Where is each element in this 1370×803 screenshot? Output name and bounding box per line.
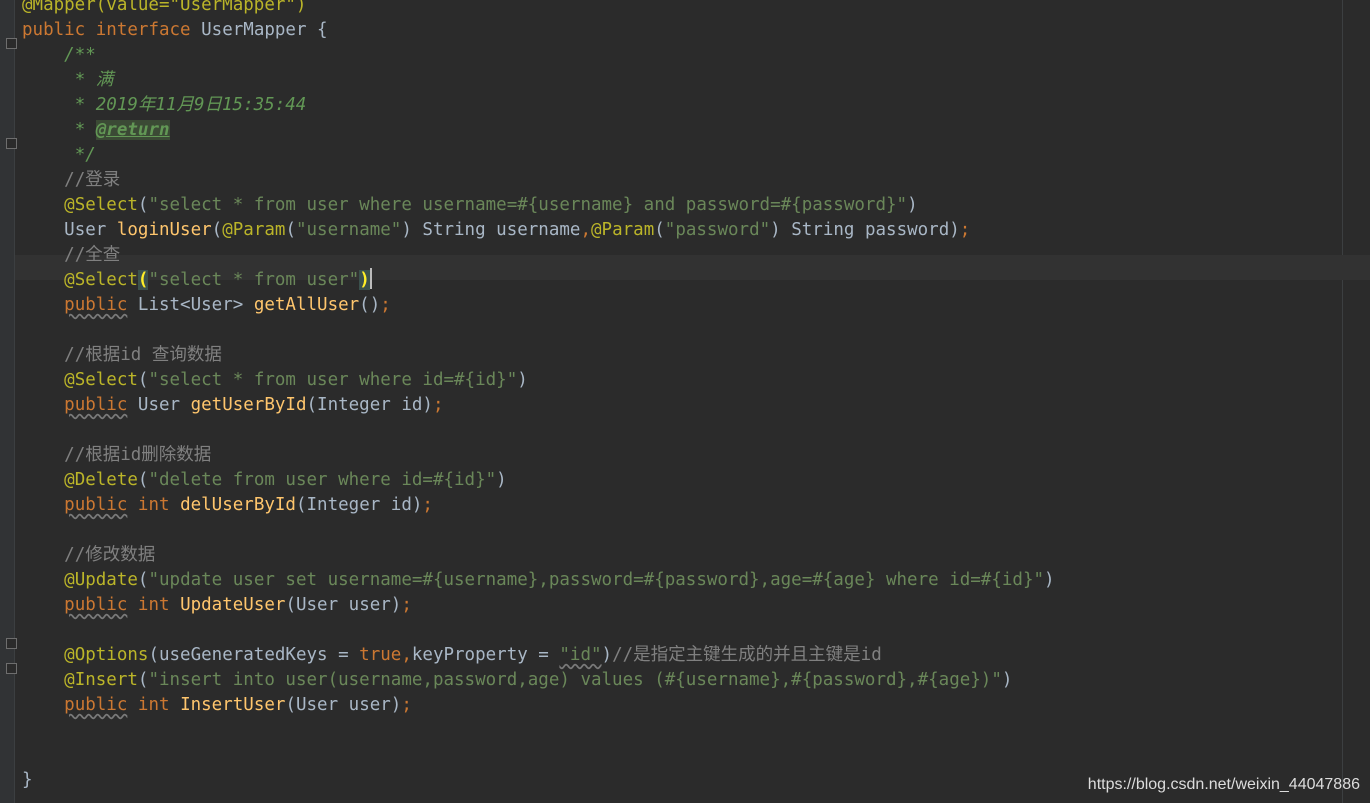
code-line: public interface UserMapper {: [22, 20, 328, 40]
code-line: @Update("update user set username=#{user…: [64, 570, 1055, 590]
code-line: @Delete("delete from user where id=#{id}…: [64, 470, 507, 490]
code-line: User loginUser(@Param("username") String…: [64, 220, 971, 240]
code-line: public List<User> getAllUser();: [64, 295, 391, 315]
code-line: * 满: [64, 70, 114, 90]
code-line: public int InsertUser(User user);: [64, 695, 412, 715]
watermark: https://blog.csdn.net/weixin_44047886: [1087, 776, 1360, 793]
code-line: @Insert("insert into user(username,passw…: [64, 670, 1013, 690]
code-line: @Select("select * from user where id=#{i…: [64, 370, 528, 390]
fold-marker-icon[interactable]: [6, 38, 17, 49]
editor-gutter: [0, 0, 17, 803]
fold-marker-icon[interactable]: [6, 138, 17, 149]
code-line: * 2019年11月9日15:35:44: [64, 95, 307, 115]
code-line: public int delUserById(Integer id);: [64, 495, 433, 515]
fold-marker-icon[interactable]: [6, 638, 17, 649]
fold-marker-icon[interactable]: [6, 663, 17, 674]
code-line: public User getUserById(Integer id);: [64, 395, 444, 415]
code-line: * @return: [64, 120, 170, 140]
code-line: //根据id删除数据: [64, 445, 212, 465]
code-area[interactable]: @Mapper(value="UserMapper") public inter…: [22, 0, 1055, 793]
code-line: public int UpdateUser(User user);: [64, 595, 412, 615]
right-margin-guide: [1342, 0, 1343, 803]
code-line: }: [22, 770, 33, 790]
code-line: @Select("select * from user where userna…: [64, 195, 918, 215]
code-line: /**: [64, 45, 96, 65]
code-line: */: [64, 145, 96, 165]
code-line: //登录: [64, 170, 121, 190]
code-line: @Mapper(value="UserMapper"): [22, 0, 307, 15]
code-line: @Options(useGeneratedKeys = true,keyProp…: [64, 645, 882, 665]
code-line-current: @Select("select * from user"): [64, 268, 372, 290]
code-line: //根据id 查询数据: [64, 345, 222, 365]
code-line: //全查: [64, 245, 121, 265]
text-caret: [369, 268, 372, 289]
code-editor[interactable]: @Mapper(value="UserMapper") public inter…: [0, 0, 1370, 803]
javadoc-return-tag: @return: [95, 120, 170, 140]
code-line: //修改数据: [64, 545, 156, 565]
